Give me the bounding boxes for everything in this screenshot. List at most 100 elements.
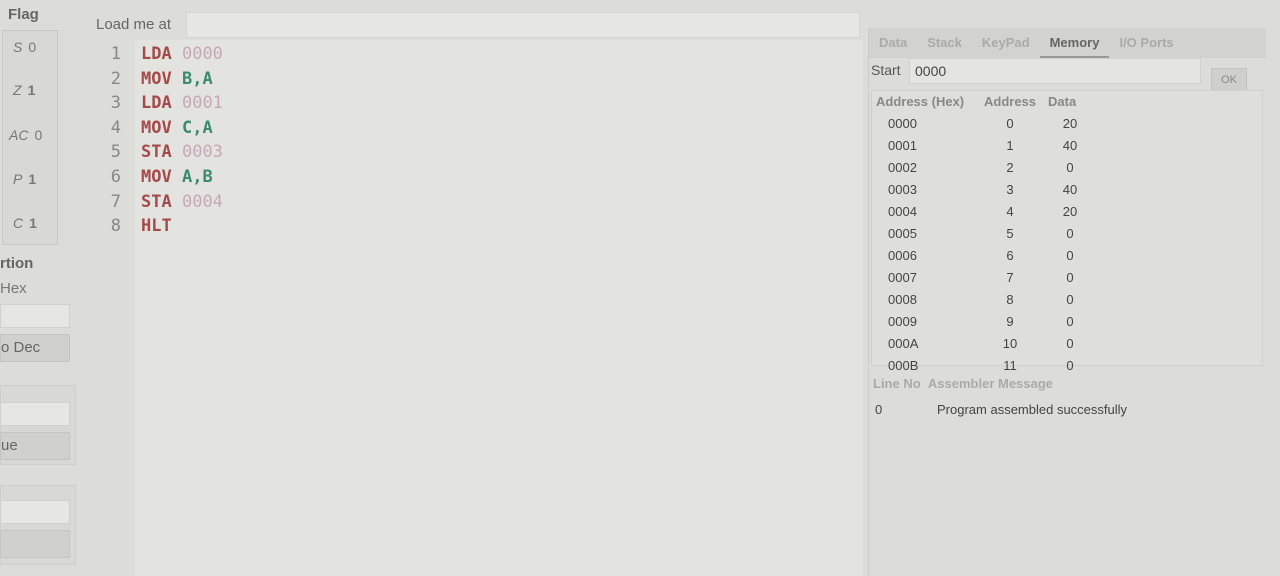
start-input[interactable]: 0000 (909, 58, 1201, 84)
opcode: STA (141, 191, 172, 212)
line-number: 8 (110, 216, 121, 237)
cell-address: 11 (1003, 357, 1017, 373)
memory-row[interactable]: 0004 4 20 (872, 200, 1262, 222)
col-data: Data (1048, 94, 1077, 109)
tab-data[interactable]: Data (869, 28, 917, 58)
cell-data[interactable]: 40 (1040, 138, 1100, 153)
opcode: HLT (141, 216, 172, 237)
operand: 0004 (181, 191, 223, 212)
code-line: 4 MOV C,A (85, 118, 213, 142)
extra-button[interactable] (0, 530, 70, 558)
cell-address: 6 (1006, 247, 1014, 263)
memory-row[interactable]: 0000 0 20 (872, 112, 1262, 134)
memory-row[interactable]: 0005 5 0 (872, 222, 1262, 244)
right-panel: Data Stack KeyPad Memory I/O Ports Start… (868, 28, 1266, 576)
cell-data[interactable]: 0 (1040, 248, 1100, 263)
line-number: 3 (110, 93, 121, 114)
cell-address: 0 (1006, 115, 1014, 131)
tab-io-ports[interactable]: I/O Ports (1109, 28, 1183, 58)
cell-data[interactable]: 20 (1040, 116, 1100, 131)
col-address-hex: Address (Hex) (876, 94, 965, 109)
cell-data[interactable]: 0 (1040, 314, 1100, 329)
flag-z: Z1 (13, 82, 36, 98)
memory-row[interactable]: 0007 7 0 (872, 266, 1262, 288)
opcode: LDA (141, 44, 172, 64)
flag-ac: AC 0 (9, 127, 43, 143)
cell-address: 7 (1006, 269, 1014, 285)
message-row: 0 Program assembled successfully (875, 402, 1128, 417)
memory-row[interactable]: 0008 8 0 (872, 288, 1262, 310)
load-label: Load me at (96, 16, 172, 33)
cell-address-hex: 0001 (888, 137, 917, 153)
memory-row[interactable]: 0009 9 0 (872, 310, 1262, 332)
memory-row[interactable]: 0001 1 40 (872, 134, 1262, 156)
cell-address: 3 (1006, 181, 1014, 197)
hex-input[interactable] (0, 304, 70, 328)
operand: 0001 (181, 93, 223, 114)
line-number: 2 (110, 68, 121, 89)
line-number: 1 (110, 44, 121, 64)
memory-row[interactable]: 0003 3 40 (872, 178, 1262, 200)
cell-address-hex: 0000 (888, 115, 917, 131)
tab-stack[interactable]: Stack (917, 28, 972, 58)
cell-address: 8 (1006, 291, 1014, 307)
start-label: Start (871, 62, 901, 78)
message-header: Line No Assembler Message (873, 376, 1053, 391)
code-line: 7 STA 0004 (85, 192, 223, 216)
flag-panel: S0 Z1 AC 0 P1 C1 (2, 30, 58, 245)
ok-button[interactable]: OK (1211, 68, 1247, 92)
tab-keypad[interactable]: KeyPad (972, 28, 1040, 58)
opcode: MOV (141, 167, 172, 187)
load-address-input[interactable] (186, 12, 860, 38)
flag-title: Flag (8, 6, 39, 23)
cell-address-hex: 0003 (888, 181, 917, 197)
cell-address-hex: 0004 (888, 203, 917, 219)
cell-address-hex: 0008 (888, 291, 917, 307)
code-line: 3 LDA 0001 (85, 93, 223, 117)
line-number: 5 (110, 142, 121, 163)
code-line: 2 MOV B,A (85, 69, 213, 93)
cell-address: 1 (1006, 137, 1014, 153)
opcode: MOV (141, 117, 172, 138)
cell-data[interactable]: 0 (1040, 226, 1100, 241)
cell-address: 10 (1002, 335, 1018, 351)
cell-data[interactable]: 40 (1040, 182, 1100, 197)
cell-address-hex: 000A (888, 335, 919, 351)
extra-input[interactable] (0, 500, 70, 524)
value-button[interactable]: ue (0, 432, 70, 460)
memory-row[interactable]: 000B 11 0 (872, 354, 1262, 376)
cell-address: 2 (1006, 159, 1014, 175)
cell-data[interactable]: 0 (1040, 358, 1100, 373)
flag-s: S0 (13, 39, 37, 55)
cell-data[interactable]: 0 (1040, 336, 1100, 351)
tab-memory[interactable]: Memory (1039, 28, 1110, 58)
col-address: Address (984, 94, 1037, 109)
flag-p: P1 (13, 171, 37, 187)
cell-data[interactable]: 0 (1040, 160, 1100, 175)
memory-table: Address (Hex) Address Data 0000 0 20 0001 1 4… (871, 90, 1263, 373)
cell-data[interactable]: 0 (1040, 270, 1100, 285)
cell-address-hex: 0007 (888, 269, 917, 285)
cell-data[interactable]: 0 (1040, 292, 1100, 307)
line-number: 6 (110, 167, 121, 187)
tab-bar: Data Stack KeyPad Memory I/O Ports (869, 28, 1266, 58)
opcode: STA (141, 142, 172, 163)
memory-row[interactable]: 0006 6 0 (872, 244, 1262, 266)
code-line: 5 STA 0003 (85, 142, 223, 166)
operand: A,B (181, 167, 213, 187)
code-editor[interactable]: 1 LDA 0000 2 MOV B,A 3 LDA 0001 4 MOV C,A 5 STA 0… (85, 40, 863, 576)
cell-address: 5 (1006, 225, 1014, 241)
to-dec-button[interactable]: o Dec (0, 334, 70, 362)
conversion-title: rtion (0, 255, 34, 272)
operand: B,A (181, 68, 213, 89)
opcode: MOV (141, 68, 172, 89)
cell-address: 4 (1006, 203, 1014, 219)
cell-address-hex: 000B (888, 357, 919, 373)
flag-c: C1 (13, 215, 37, 231)
cell-data[interactable]: 20 (1040, 204, 1100, 219)
code-line: 6 MOV A,B (85, 167, 213, 191)
memory-header: Address (Hex) Address Data (872, 91, 1262, 112)
memory-row[interactable]: 000A 10 0 (872, 332, 1262, 354)
value-input[interactable] (0, 402, 70, 426)
memory-row[interactable]: 0002 2 0 (872, 156, 1262, 178)
